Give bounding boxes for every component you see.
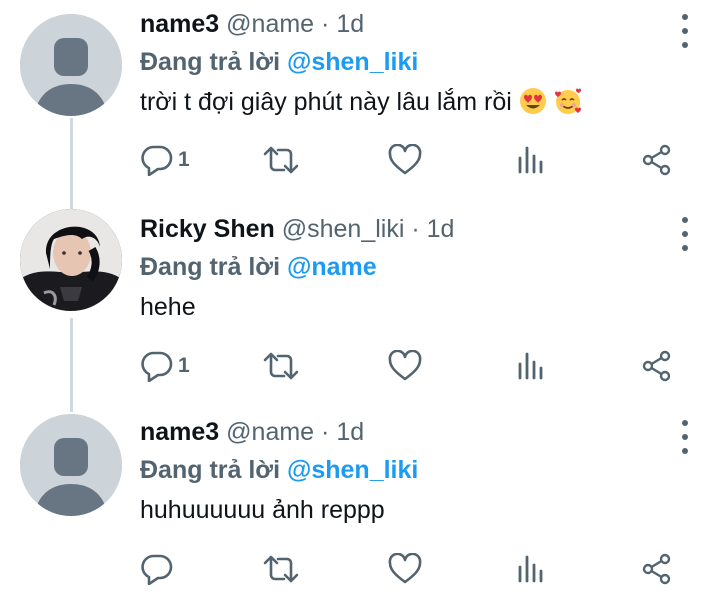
like-button[interactable] bbox=[388, 350, 422, 382]
share-icon bbox=[642, 144, 671, 176]
mention-link[interactable]: @name bbox=[287, 253, 377, 281]
display-name[interactable]: name3 bbox=[140, 418, 219, 446]
more-options-button[interactable] bbox=[680, 420, 690, 454]
avatar-default[interactable] bbox=[20, 414, 122, 516]
replying-to: Đang trả lời @name bbox=[140, 251, 680, 283]
tweet-3[interactable]: name3 @name · 1d Đang trả lời @shen_liki… bbox=[0, 410, 720, 596]
timestamp[interactable]: 1d bbox=[336, 418, 364, 446]
avatar-photo[interactable] bbox=[20, 209, 122, 311]
more-options-button[interactable] bbox=[680, 217, 690, 251]
replying-prefix: Đang trả lời bbox=[140, 253, 281, 281]
tweet-header: name3 @name · 1d bbox=[140, 8, 680, 40]
profile-photo-icon bbox=[20, 209, 122, 311]
vertical-dots-icon bbox=[682, 14, 688, 20]
like-button[interactable] bbox=[388, 553, 422, 585]
heart-icon bbox=[388, 553, 422, 584]
timestamp[interactable]: 1d bbox=[336, 10, 364, 38]
reply-button[interactable] bbox=[140, 553, 178, 585]
dot bbox=[682, 231, 688, 237]
dot bbox=[682, 28, 688, 34]
reply-count: 1 bbox=[178, 148, 190, 171]
tweet-text-content: huhuuuuuu ảnh reppp bbox=[140, 496, 385, 524]
bar-chart-icon bbox=[518, 146, 543, 174]
separator-dot: · bbox=[321, 418, 330, 446]
tweet-text: hehe bbox=[140, 291, 680, 323]
retweet-button[interactable] bbox=[262, 350, 300, 382]
bar-chart-icon bbox=[518, 352, 543, 380]
reply-button[interactable]: 1 bbox=[140, 350, 190, 382]
retweet-button[interactable] bbox=[262, 144, 300, 176]
separator-dot: · bbox=[321, 10, 330, 38]
default-avatar-icon bbox=[20, 14, 122, 116]
share-button[interactable] bbox=[640, 350, 674, 382]
mention-link[interactable]: @shen_liki bbox=[287, 456, 418, 484]
analytics-button[interactable] bbox=[514, 144, 548, 176]
default-avatar-icon bbox=[20, 414, 122, 516]
tweet-header: name3 @name · 1d bbox=[140, 416, 680, 448]
bar-chart-icon bbox=[518, 555, 543, 583]
separator-dot: · bbox=[411, 215, 420, 243]
heart-icon bbox=[388, 350, 422, 381]
replying-prefix: Đang trả lời bbox=[140, 456, 281, 484]
retweet-icon bbox=[263, 352, 299, 380]
action-bar bbox=[140, 553, 685, 585]
user-handle[interactable]: @shen_liki bbox=[282, 215, 405, 243]
reply-count: 1 bbox=[178, 354, 190, 377]
display-name[interactable]: Ricky Shen bbox=[140, 215, 275, 243]
replying-to: Đang trả lời @shen_liki bbox=[140, 46, 680, 78]
tweet-text-content: hehe bbox=[140, 293, 196, 321]
timestamp[interactable]: 1d bbox=[427, 215, 455, 243]
dot bbox=[682, 42, 688, 48]
tweet-text: huhuuuuuu ảnh reppp bbox=[140, 494, 680, 526]
retweet-icon bbox=[263, 146, 299, 174]
share-button[interactable] bbox=[640, 144, 674, 176]
display-name[interactable]: name3 bbox=[140, 10, 219, 38]
vertical-dots-icon bbox=[682, 217, 688, 223]
share-icon bbox=[642, 553, 671, 585]
more-options-button[interactable] bbox=[680, 14, 690, 48]
replying-prefix: Đang trả lời bbox=[140, 48, 281, 76]
tweet-2[interactable]: Ricky Shen @shen_liki · 1d Đang trả lời … bbox=[0, 205, 720, 410]
tweet-1[interactable]: name3 @name · 1d Đang trả lời @shen_liki… bbox=[0, 0, 720, 205]
tweet-text: trời t đợi giây phút này lâu lắm rồi bbox=[140, 86, 680, 118]
reply-button[interactable]: 1 bbox=[140, 144, 190, 176]
action-bar: 1 bbox=[140, 350, 685, 382]
share-button[interactable] bbox=[640, 553, 674, 585]
dot bbox=[682, 434, 688, 440]
user-handle[interactable]: @name bbox=[226, 10, 314, 38]
avatar-default[interactable] bbox=[20, 14, 122, 116]
replying-to: Đang trả lời @shen_liki bbox=[140, 454, 680, 486]
retweet-button[interactable] bbox=[262, 553, 300, 585]
mention-link[interactable]: @shen_liki bbox=[287, 48, 418, 76]
speech-bubble-icon bbox=[141, 145, 173, 176]
heart-icon bbox=[388, 144, 422, 175]
tweet-header: Ricky Shen @shen_liki · 1d bbox=[140, 213, 680, 245]
smiling-hearts-emoji-icon bbox=[554, 88, 581, 114]
analytics-button[interactable] bbox=[514, 553, 548, 585]
like-button[interactable] bbox=[388, 144, 422, 176]
analytics-button[interactable] bbox=[514, 350, 548, 382]
heart-eyes-emoji-icon bbox=[519, 88, 546, 114]
user-handle[interactable]: @name bbox=[226, 418, 314, 446]
retweet-icon bbox=[263, 555, 299, 583]
tweet-text-content: trời t đợi giây phút này lâu lắm rồi bbox=[140, 88, 512, 116]
dot bbox=[682, 448, 688, 454]
speech-bubble-icon bbox=[141, 554, 173, 585]
dot bbox=[682, 245, 688, 251]
share-icon bbox=[642, 350, 671, 382]
vertical-dots-icon bbox=[682, 420, 688, 426]
action-bar: 1 bbox=[140, 144, 685, 176]
speech-bubble-icon bbox=[141, 351, 173, 382]
